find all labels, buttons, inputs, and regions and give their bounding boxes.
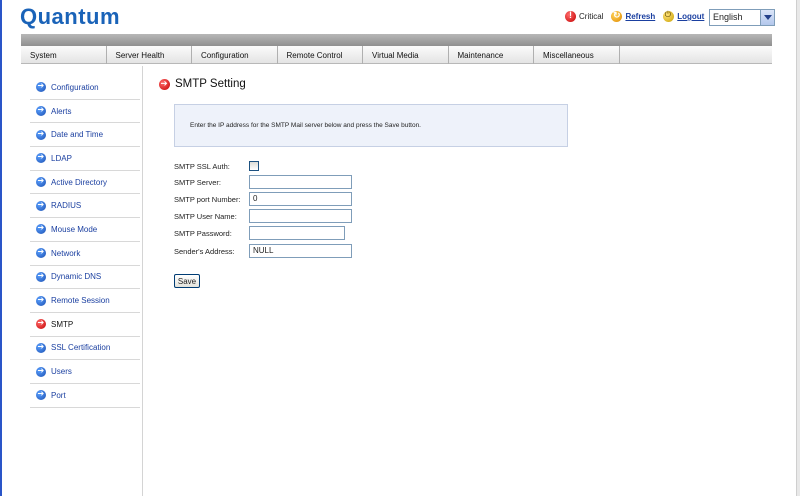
form-row-password: SMTP Password: [174, 226, 345, 240]
sidebar-item-label[interactable]: Users [51, 367, 72, 376]
header-links: Critical Refresh Logout [565, 10, 708, 22]
form-row-ssl-auth: SMTP SSL Auth: [174, 161, 259, 171]
page-title: SMTP Setting [175, 78, 246, 90]
critical-link-group[interactable]: Critical [565, 10, 603, 22]
header-divider-band [21, 34, 772, 46]
sidebar-item-label[interactable]: Dynamic DNS [51, 272, 101, 281]
arrow-icon [36, 152, 46, 164]
arrow-icon [36, 200, 46, 211]
ssl-auth-checkbox[interactable] [249, 161, 259, 171]
sidebar-item-label[interactable]: SSL Certification [51, 343, 110, 352]
sidebar-item-label[interactable]: Port [51, 391, 66, 400]
sender-address-input[interactable]: NULL [249, 244, 352, 258]
sidebar-item-port[interactable]: Port [30, 384, 140, 408]
form-row-server: SMTP Server: [174, 175, 352, 189]
arrow-icon [36, 271, 46, 282]
form-row-sender: Sender's Address: NULL [174, 244, 352, 258]
sidebar-item-alerts[interactable]: Alerts [30, 100, 140, 124]
form-row-port: SMTP port Number: 0 [174, 192, 352, 206]
info-text: Enter the IP address for the SMTP Mail s… [190, 122, 421, 129]
nav-configuration[interactable]: Configuration [192, 46, 278, 64]
nav-maintenance[interactable]: Maintenance [449, 46, 534, 64]
logout-icon[interactable] [663, 10, 675, 22]
logout-link[interactable]: Logout [677, 12, 704, 21]
sidebar-item-label[interactable]: RADIUS [51, 201, 81, 210]
sidebar-item-label[interactable]: Configuration [51, 83, 99, 92]
sidebar-item-label[interactable]: Active Directory [51, 178, 107, 187]
arrow-icon [36, 366, 46, 377]
sidebar-item-label[interactable]: Date and Time [51, 130, 103, 139]
sidebar-item-configuration[interactable]: Configuration [30, 76, 140, 100]
ssl-auth-label: SMTP SSL Auth: [174, 161, 230, 171]
smtp-port-input[interactable]: 0 [249, 192, 352, 206]
sidebar-item-ssl-certification[interactable]: SSL Certification [30, 337, 140, 361]
sidebar-item-smtp[interactable]: SMTP [30, 313, 140, 337]
password-label: SMTP Password: [174, 228, 232, 238]
sidebar-item-label[interactable]: Mouse Mode [51, 225, 97, 234]
sidebar-item-label[interactable]: SMTP [51, 320, 73, 329]
info-box: Enter the IP address for the SMTP Mail s… [174, 104, 568, 147]
scrollbar[interactable] [796, 0, 800, 496]
sidebar-item-active-directory[interactable]: Active Directory [30, 171, 140, 195]
smtp-username-input[interactable] [249, 209, 352, 223]
nav-server-health[interactable]: Server Health [107, 46, 192, 64]
port-label: SMTP port Number: [174, 194, 241, 204]
window-frame-left [0, 0, 2, 496]
chevron-down-icon[interactable] [760, 10, 774, 25]
critical-label[interactable]: Critical [579, 12, 603, 21]
arrow-icon [36, 223, 46, 235]
arrow-icon [36, 129, 46, 140]
nav-virtual-media[interactable]: Virtual Media [363, 46, 449, 64]
server-label: SMTP Server: [174, 177, 221, 187]
title-arrow-icon [159, 78, 170, 90]
refresh-link[interactable]: Refresh [625, 12, 655, 21]
smtp-server-input[interactable] [249, 175, 352, 189]
username-label: SMTP User Name: [174, 211, 237, 221]
sidebar-item-ldap[interactable]: LDAP [30, 147, 140, 171]
sidebar: Configuration Alerts Date and Time LDAP … [30, 76, 140, 408]
active-arrow-icon [36, 318, 46, 330]
top-nav: System Server Health Configuration Remot… [21, 46, 772, 64]
sidebar-item-mouse-mode[interactable]: Mouse Mode [30, 218, 140, 242]
refresh-icon[interactable] [611, 10, 623, 22]
nav-remote-control[interactable]: Remote Control [278, 46, 363, 64]
language-selected-value: English [713, 12, 743, 22]
sidebar-item-remote-session[interactable]: Remote Session [30, 289, 140, 313]
critical-alert-icon[interactable] [565, 10, 576, 22]
header: Quantum Critical Refresh Logout English [2, 0, 796, 34]
arrow-icon [36, 247, 46, 259]
sidebar-item-label[interactable]: Network [51, 249, 80, 258]
sidebar-item-label[interactable]: Alerts [51, 107, 71, 116]
arrow-icon [36, 389, 46, 401]
logout-link-group[interactable]: Logout [663, 10, 704, 22]
arrow-icon [36, 81, 46, 93]
sidebar-divider [142, 66, 143, 496]
save-button[interactable]: Save [174, 274, 200, 288]
arrow-icon [36, 342, 46, 353]
page-title-row: SMTP Setting [159, 78, 246, 90]
brand-logo: Quantum [20, 4, 121, 29]
sidebar-item-date-and-time[interactable]: Date and Time [30, 123, 140, 148]
sidebar-item-network[interactable]: Network [30, 242, 140, 266]
sidebar-item-users[interactable]: Users [30, 360, 140, 384]
smtp-password-input[interactable] [249, 226, 345, 240]
sidebar-item-radius[interactable]: RADIUS [30, 194, 140, 219]
sidebar-item-label[interactable]: LDAP [51, 154, 72, 163]
form-row-username: SMTP User Name: [174, 209, 352, 223]
sidebar-item-dynamic-dns[interactable]: Dynamic DNS [30, 266, 140, 290]
refresh-link-group[interactable]: Refresh [611, 10, 655, 22]
nav-system[interactable]: System [21, 46, 107, 64]
arrow-icon [36, 105, 46, 117]
arrow-icon [36, 176, 46, 188]
sidebar-item-label[interactable]: Remote Session [51, 296, 110, 305]
arrow-icon [36, 295, 46, 306]
sender-label: Sender's Address: [174, 246, 235, 256]
language-select[interactable]: English [709, 9, 775, 26]
nav-miscellaneous[interactable]: Miscellaneous [534, 46, 620, 64]
